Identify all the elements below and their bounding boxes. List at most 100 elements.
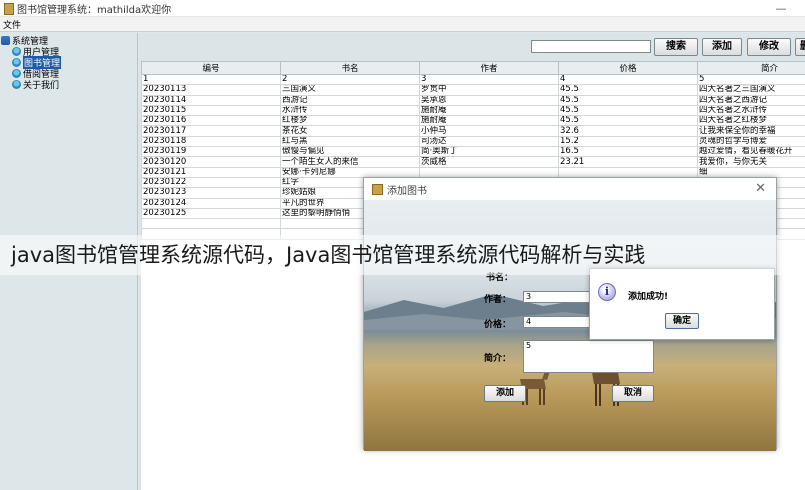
- table-row[interactable]: 20230115 水浒传 施耐庵 45.5 四大名著之水浒传: [141, 104, 805, 117]
- success-message-dialog: i 添加成功! 确定: [589, 268, 775, 340]
- column-header[interactable]: 作者: [419, 61, 559, 75]
- message-text: 添加成功!: [628, 292, 669, 302]
- table-cell: 一个陌生女人的来信: [280, 156, 420, 168]
- table-row[interactable]: 20230114 西游记 吴承恩 45.5 四大名著之西游记: [141, 94, 805, 106]
- table-cell: 小仲马: [419, 125, 559, 137]
- table-row[interactable]: 20230116 红楼梦 施耐庵 45.5 四大名著之红楼梦: [141, 115, 805, 127]
- table-cell: 越过爱情，看见春暖花开: [697, 146, 805, 158]
- table-cell: 茨威格: [419, 156, 559, 168]
- table-cell: 吴承恩: [419, 94, 559, 106]
- table-cell: 四大名著之三国演义: [697, 84, 805, 96]
- caption-banner: java图书馆管理系统源代码，Java图书馆管理系统源代码解析与实践: [0, 235, 805, 275]
- table-cell: 红楼梦: [280, 115, 420, 127]
- field-label: 简介：: [484, 354, 512, 364]
- column-header[interactable]: 价格: [558, 61, 698, 75]
- dialog-title-bar: 添加图书 ✕: [364, 178, 776, 200]
- field-label: 作者：: [484, 295, 512, 305]
- table-cell: 2: [280, 73, 420, 86]
- table-cell: 20230113: [141, 84, 281, 96]
- table-cell: 茶花女: [280, 125, 420, 137]
- borrow-icon: [12, 69, 21, 78]
- table-cell: 20230114: [141, 94, 281, 106]
- app-icon: [372, 183, 383, 195]
- table-cell: 让我来保全你的幸福: [697, 125, 805, 137]
- table-row[interactable]: 20230118 红与黑 司汤达 15.2 灵魂的哲学与博爱: [141, 135, 805, 148]
- table-cell: 灵魂的哲学与博爱: [697, 135, 805, 148]
- table-cell: 安娜·卡列尼娜: [280, 166, 420, 178]
- user-icon: [12, 47, 21, 56]
- title-bar: 图书馆管理系统：mathilda欢迎你 —: [0, 0, 805, 17]
- table-cell: 20230122: [141, 176, 281, 189]
- table-cell: 20230123: [141, 187, 281, 199]
- search-button[interactable]: 搜索: [654, 38, 698, 56]
- add-confirm-button[interactable]: 添加: [484, 385, 526, 402]
- window-title: 图书馆管理系统：mathilda欢迎你: [17, 4, 172, 16]
- table-cell: 施耐庵: [419, 104, 559, 117]
- table-row[interactable]: 20230120 一个陌生女人的来信 茨威格 23.21 我爱你，与你无关: [141, 156, 805, 168]
- table-cell: 45.5: [558, 104, 698, 117]
- table-cell: 罗贯中: [419, 84, 559, 96]
- info-icon: [12, 80, 21, 89]
- table-cell: 23.21: [558, 156, 698, 168]
- table-cell: 16.5: [558, 146, 698, 158]
- table-cell: 四大名著之西游记: [697, 94, 805, 106]
- table-row[interactable]: 20230113 三国演义 罗贯中 45.5 四大名著之三国演义: [141, 84, 805, 96]
- table-cell: 45.5: [558, 84, 698, 96]
- author-field[interactable]: 3: [523, 291, 591, 303]
- info-icon: i: [598, 283, 616, 301]
- ok-button[interactable]: 确定: [665, 313, 699, 329]
- table-cell: 5: [697, 73, 805, 86]
- table-cell: 45.5: [558, 94, 698, 106]
- menu-file[interactable]: 文件: [0, 18, 24, 31]
- column-header[interactable]: 简介: [697, 61, 805, 75]
- tree-item-about[interactable]: 关于我们: [12, 79, 60, 91]
- table-cell: 西游记: [280, 94, 420, 106]
- table-cell: [558, 166, 698, 178]
- table-cell: 20230117: [141, 125, 281, 137]
- table-cell: [419, 166, 559, 178]
- table-cell: 四大名著之红楼梦: [697, 115, 805, 127]
- delete-button[interactable]: 删: [795, 38, 805, 56]
- table-cell: [141, 218, 281, 230]
- table-cell: 我爱你，与你无关: [697, 156, 805, 168]
- table-cell: 3: [419, 73, 559, 86]
- table-row[interactable]: 20230121 安娜·卡列尼娜 细: [141, 166, 805, 178]
- table-cell: 1: [141, 73, 281, 86]
- table-row[interactable]: 20230119 傲慢与偏见 简·奥斯丁 16.5 越过爱情，看见春暖花开: [141, 146, 805, 158]
- price-field[interactable]: 4: [523, 316, 591, 328]
- table-cell: 四大名著之水浒传: [697, 104, 805, 117]
- field-label: 价格：: [484, 320, 512, 330]
- table-cell: 20230124: [141, 197, 281, 209]
- table-row[interactable]: 20230117 茶花女 小仲马 32.6 让我来保全你的幸福: [141, 125, 805, 137]
- table-cell: 司汤达: [419, 135, 559, 148]
- cancel-button[interactable]: 取消: [612, 385, 654, 402]
- dialog-title: 添加图书: [387, 185, 427, 197]
- app-icon: [3, 3, 14, 15]
- close-icon[interactable]: ✕: [755, 181, 766, 196]
- table-cell: 4: [558, 73, 698, 86]
- folder-icon: [1, 36, 10, 45]
- table-cell: 细: [697, 166, 805, 178]
- summary-field[interactable]: 5: [523, 340, 654, 373]
- table-cell: 20230115: [141, 104, 281, 117]
- table-cell: 三国演义: [280, 84, 420, 96]
- table-cell: 20230116: [141, 115, 281, 127]
- table-cell: 20230125: [141, 207, 281, 220]
- column-header[interactable]: 编号: [141, 61, 281, 75]
- table-cell: 32.6: [558, 125, 698, 137]
- tree-item-label: 关于我们: [23, 81, 60, 91]
- edit-button[interactable]: 修改: [747, 38, 791, 56]
- add-button[interactable]: 添加: [702, 38, 742, 56]
- table-cell: 傲慢与偏见: [280, 146, 420, 158]
- table-cell: 20230119: [141, 146, 281, 158]
- search-input[interactable]: [531, 40, 651, 53]
- minimize-icon[interactable]: —: [770, 0, 792, 17]
- table-cell: 15.2: [558, 135, 698, 148]
- table-cell: 简·奥斯丁: [419, 146, 559, 158]
- table-cell: 水浒传: [280, 104, 420, 117]
- table-row[interactable]: 12345: [141, 73, 805, 86]
- table-cell: 20230121: [141, 166, 281, 178]
- menu-bar: 文件: [0, 17, 805, 32]
- table-cell: 施耐庵: [419, 115, 559, 127]
- column-header[interactable]: 书名: [280, 61, 420, 75]
